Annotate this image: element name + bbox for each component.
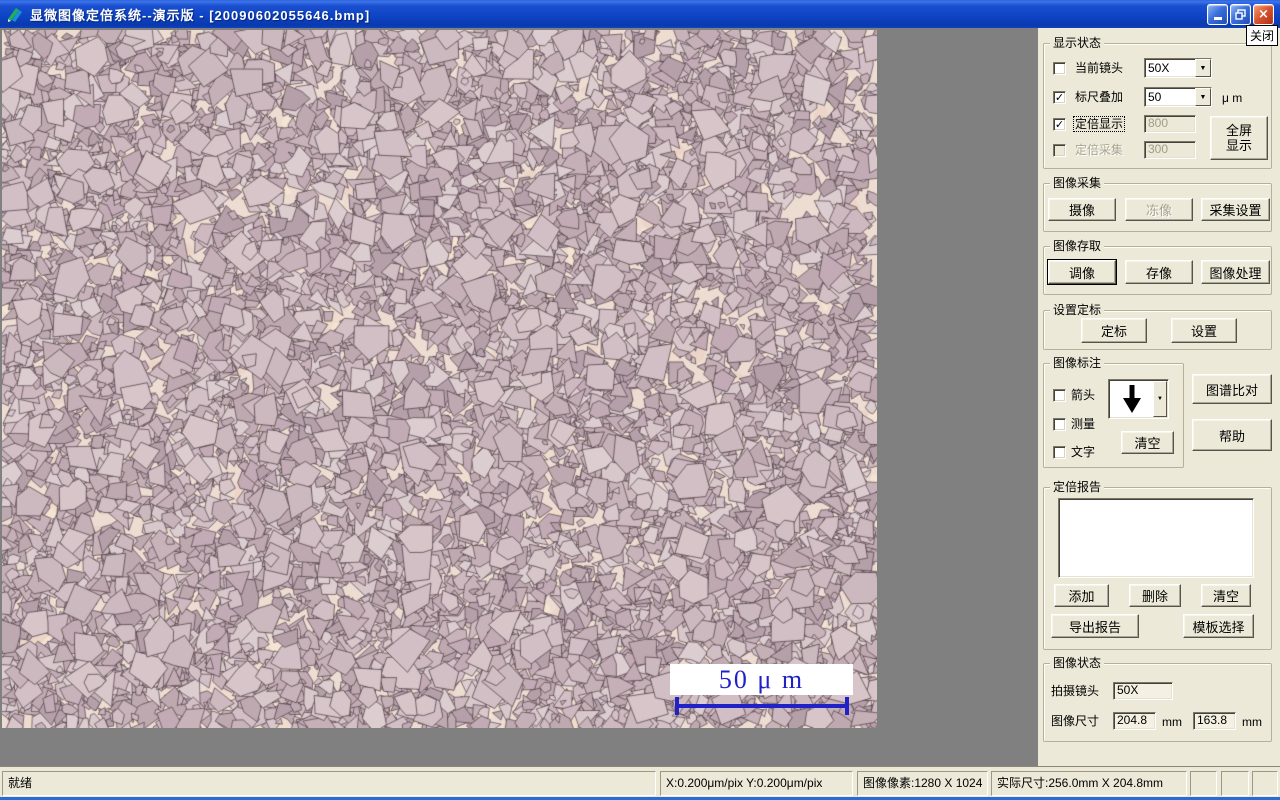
save-image-button[interactable]: 存像 [1125,260,1193,284]
status-spare-1 [1190,771,1217,796]
image-size-label: 图像尺寸 [1051,714,1100,728]
fixed-capture-label: 定倍采集 [1075,143,1124,157]
group-image-storage: 图像存取 调像 存像 图像处理 [1043,239,1272,295]
group-report: 定倍报告 添加 删除 清空 导出报告 模板选择 [1043,480,1272,650]
fixed-display-input: 800 [1144,115,1196,133]
group-image-status: 图像状态 拍摄镜头 50X 图像尺寸 204.8 mm 163.8 mm [1043,656,1272,742]
text-label: 文字 [1071,445,1096,459]
arrow-label: 箭头 [1071,388,1096,402]
restore-icon [1235,9,1246,20]
current-lens-value: 50X [1148,61,1170,75]
image-height-field: 163.8 [1193,712,1236,730]
close-icon: × [1258,7,1269,22]
atlas-compare-button[interactable]: 图谱比对 [1192,374,1272,404]
text-checkbox[interactable] [1053,446,1066,459]
help-button[interactable]: 帮助 [1192,419,1272,451]
status-image-pixels: 图像像素:1280 X 1024 [857,771,988,796]
group-image-status-title: 图像状态 [1050,656,1105,670]
shoot-button[interactable]: 摄像 [1048,198,1116,221]
calib-settings-button[interactable]: 设置 [1171,318,1237,343]
check-icon: ✓ [1054,90,1065,104]
close-tooltip: 关闭 [1246,25,1279,46]
ruler-unit-label: μ m [1222,91,1243,105]
fixed-capture-input: 300 [1144,141,1196,159]
shoot-lens-field: 50X [1113,682,1173,700]
report-listbox[interactable] [1058,498,1254,578]
current-lens-label: 当前镜头 [1075,61,1124,75]
ruler-overlay-label: 标尺叠加 [1075,90,1124,104]
chevron-down-icon[interactable]: ▼ [1195,59,1211,77]
check-icon: ✓ [1054,117,1065,131]
control-panel: 显示状态 当前镜头 50X ▼ ✓ 标尺叠加 50 ▼ μ m ✓ 定倍显示 8… [1038,28,1280,766]
arrow-checkbox[interactable] [1053,389,1066,402]
scale-bar-line [675,697,849,715]
chevron-down-icon[interactable]: ▼ [1195,88,1211,106]
status-spare-2 [1221,771,1249,796]
ruler-overlay-checkbox[interactable]: ✓ [1053,91,1066,104]
group-image-capture: 图像采集 摄像 冻像 采集设置 [1043,176,1272,232]
group-display-status-title: 显示状态 [1050,36,1105,50]
image-canvas-area: 50 μ m [0,28,1038,766]
group-display-status: 显示状态 当前镜头 50X ▼ ✓ 标尺叠加 50 ▼ μ m ✓ 定倍显示 8… [1043,36,1272,169]
status-actual-size: 实际尺寸:256.0mm X 204.8mm [991,771,1187,796]
image-width-unit: mm [1162,715,1182,729]
fullscreen-button[interactable]: 全屏显示 [1210,116,1268,160]
export-report-button[interactable]: 导出报告 [1051,614,1139,638]
window-title: 显微图像定倍系统--演示版 - [20090602055646.bmp] [30,7,371,23]
minimize-icon [1213,17,1222,20]
freeze-button: 冻像 [1125,198,1193,221]
image-process-button[interactable]: 图像处理 [1201,260,1270,284]
annotation-clear-button[interactable]: 清空 [1121,431,1174,454]
scale-bar-label: 50 μ m [718,664,805,694]
scale-bar-tick-right [845,697,849,715]
group-calibration: 设置定标 定标 设置 [1043,303,1272,350]
titlebar: 显微图像定倍系统--演示版 - [20090602055646.bmp] × [0,0,1280,28]
group-calibration-title: 设置定标 [1050,303,1105,317]
microscopy-image[interactable] [2,30,877,728]
minimize-button[interactable] [1207,4,1228,25]
report-delete-button[interactable]: 删除 [1129,584,1181,607]
measure-label: 测量 [1071,417,1096,431]
fixed-capture-checkbox [1053,144,1066,157]
measure-checkbox[interactable] [1053,418,1066,431]
status-ready: 就绪 [2,771,656,796]
ruler-value-combobox[interactable]: 50 ▼ [1144,87,1212,107]
group-image-capture-title: 图像采集 [1050,176,1105,190]
status-spare-3 [1252,771,1278,796]
arrow-down-glyph [1123,385,1141,413]
group-report-title: 定倍报告 [1050,480,1105,494]
restore-button[interactable] [1230,4,1251,25]
app-icon [6,5,24,23]
report-add-button[interactable]: 添加 [1054,584,1109,607]
scale-bar-label-box: 50 μ m [670,664,853,695]
template-select-button[interactable]: 模板选择 [1183,614,1254,638]
status-pixel-scale: X:0.200μm/pix Y:0.200μm/pix [660,771,853,796]
window-controls: × [1207,4,1274,25]
scale-bar-tick-left [675,697,679,715]
group-annotation: 图像标注 箭头 测量 文字 ▼ 清空 [1043,356,1184,468]
report-clear-button[interactable]: 清空 [1201,584,1251,607]
fixed-display-label: 定倍显示 [1072,116,1126,132]
image-width-field: 204.8 [1113,712,1156,730]
statusbar: 就绪 X:0.200μm/pix Y:0.200μm/pix 图像像素:1280… [0,766,1280,797]
fixed-display-checkbox[interactable]: ✓ [1053,118,1066,131]
ruler-value: 50 [1148,90,1162,104]
calibrate-button[interactable]: 定标 [1081,318,1147,343]
load-image-button[interactable]: 调像 [1048,260,1116,284]
chevron-down-icon[interactable]: ▼ [1153,381,1167,417]
arrow-style-combobox[interactable]: ▼ [1108,379,1169,419]
current-lens-checkbox[interactable] [1053,62,1066,75]
group-image-storage-title: 图像存取 [1050,239,1105,253]
current-lens-combobox[interactable]: 50X ▼ [1144,58,1212,78]
close-button[interactable]: × [1253,4,1274,25]
capture-settings-button[interactable]: 采集设置 [1201,198,1270,221]
shoot-lens-label: 拍摄镜头 [1051,684,1100,698]
image-height-unit: mm [1242,715,1262,729]
group-annotation-title: 图像标注 [1050,356,1105,370]
